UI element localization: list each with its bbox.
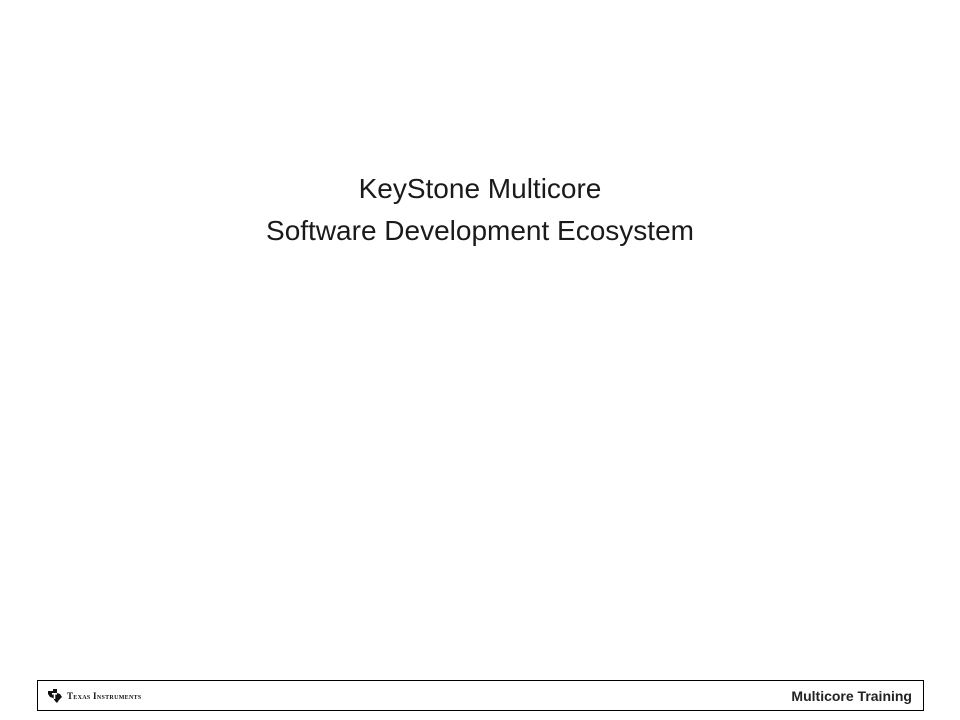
footer-bar: Texas Instruments Multicore Training [37, 680, 924, 711]
texas-state-icon [48, 689, 62, 703]
multicore-training-label: Multicore Training [791, 688, 912, 704]
ti-wordmark: Texas Instruments [67, 691, 142, 701]
slide-title: KeyStone Multicore Software Development … [0, 168, 960, 252]
title-line-2: Software Development Ecosystem [266, 215, 694, 246]
title-line-1: KeyStone Multicore [358, 173, 602, 204]
ti-logo: Texas Instruments [47, 688, 142, 704]
slide: KeyStone Multicore Software Development … [0, 0, 960, 720]
